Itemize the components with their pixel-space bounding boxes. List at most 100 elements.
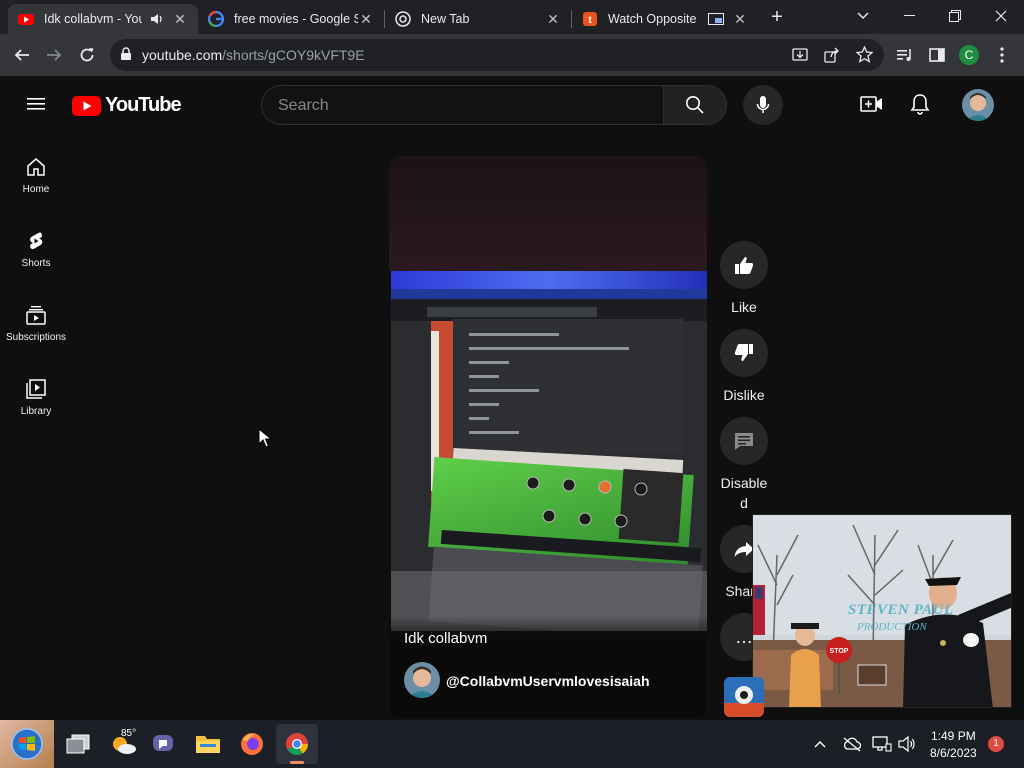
shorts-video-player[interactable]: Idk collabvm @CollabvmUservmlovesisaiah (389, 156, 707, 718)
speaker-icon[interactable] (150, 12, 164, 26)
comment-icon (735, 433, 753, 450)
guide-item-label: Shorts (21, 258, 51, 269)
task-view-button[interactable] (62, 728, 94, 760)
mouse-cursor-icon (258, 428, 272, 448)
install-app-icon[interactable] (792, 47, 808, 63)
close-window-button[interactable] (978, 0, 1024, 32)
new-tab-button[interactable]: + (766, 6, 788, 28)
chrome-taskbar-icon (286, 733, 308, 755)
lock-icon[interactable] (120, 47, 132, 61)
guide-item-library[interactable]: Library (0, 366, 72, 440)
url-host: youtube.com (142, 47, 223, 63)
youtube-logo[interactable]: YouTube (72, 94, 182, 117)
network-button[interactable] (872, 734, 892, 754)
side-panel-button[interactable] (925, 43, 949, 67)
shorts-icon (30, 232, 43, 250)
sound-thumbnail[interactable] (724, 677, 764, 717)
create-video-icon (860, 96, 882, 112)
hamburger-menu-icon[interactable] (24, 92, 48, 116)
home-icon (27, 158, 45, 176)
short-title: Idk collabvm (404, 630, 488, 647)
chrome-menu-button[interactable] (990, 43, 1014, 67)
minimize-button[interactable] (886, 0, 932, 32)
like-button[interactable] (720, 241, 768, 289)
bell-icon (910, 94, 930, 115)
file-explorer-button[interactable] (192, 728, 224, 760)
media-controls-button[interactable] (893, 43, 917, 67)
create-button[interactable] (860, 92, 884, 116)
firefox-button[interactable] (236, 728, 268, 760)
google-icon (208, 11, 224, 27)
thumbs-down-icon (734, 344, 753, 361)
tab-youtube[interactable]: Idk collabvm - You ✕ (8, 4, 198, 34)
tubi-icon: t (583, 12, 597, 26)
teams-chat-button[interactable] (148, 728, 180, 760)
youtube-masthead: YouTube (0, 76, 1024, 132)
guide-item-label: Home (22, 184, 50, 195)
like-label: Like (731, 299, 757, 315)
address-bar[interactable]: youtube.com/shorts/gCOY9kVFT9E (110, 39, 884, 71)
channel-avatar[interactable] (404, 662, 440, 698)
picture-in-picture-icon (708, 13, 724, 25)
close-tab-icon[interactable]: ✕ (358, 11, 374, 28)
tab-title: Idk collabvm - You (44, 12, 142, 26)
chrome-profile-avatar[interactable]: C (959, 45, 979, 65)
notification-count-badge[interactable]: 1 (988, 736, 1004, 752)
volume-button[interactable] (897, 734, 917, 754)
dislike-button[interactable] (720, 329, 768, 377)
tab-search-icon[interactable] (840, 0, 886, 32)
firefox-icon (241, 733, 263, 755)
chevron-up-icon (814, 741, 826, 748)
screen: Idk collabvm - You ✕ free movies - Googl… (0, 0, 1024, 768)
chrome-taskbar-button[interactable] (276, 724, 318, 764)
chat-icon (153, 735, 173, 751)
guide-item-subscriptions[interactable]: Subscriptions (0, 292, 72, 366)
notifications-button[interactable] (908, 92, 932, 116)
onedrive-button[interactable] (842, 734, 862, 754)
close-tab-icon[interactable]: ✕ (172, 11, 188, 28)
comments-button[interactable] (720, 417, 768, 465)
weather-temperature: 85° (121, 728, 137, 739)
video-frame-top (389, 156, 707, 271)
dislike-action: Dislike (719, 329, 769, 405)
restore-button[interactable] (932, 0, 978, 32)
url-text[interactable]: youtube.com/shorts/gCOY9kVFT9E (142, 47, 365, 63)
voice-search-button[interactable] (743, 85, 783, 125)
windows-taskbar: 85° 1:49 PM 8/6/2023 1 (0, 720, 1024, 768)
pip-logo-line-2: PRODUCTION (857, 621, 927, 633)
speaker-volume-icon (898, 736, 915, 752)
close-tab-icon[interactable]: ✕ (545, 11, 561, 28)
windows-start-orb-icon (11, 728, 43, 760)
tab-google[interactable]: free movies - Google Se ✕ (198, 4, 384, 34)
account-avatar[interactable] (962, 89, 994, 121)
close-tab-icon[interactable]: ✕ (732, 11, 748, 28)
user-avatar-image (962, 89, 994, 121)
chrome-icon (395, 11, 411, 27)
bookmark-star-icon[interactable] (856, 46, 873, 63)
channel-avatar-image (404, 662, 440, 698)
reload-button[interactable] (75, 43, 99, 67)
comments-label: Disable d (720, 475, 768, 511)
taskbar-clock[interactable]: 1:49 PM 8/6/2023 (930, 728, 977, 762)
youtube-play-logo-icon (72, 95, 101, 116)
picture-in-picture-window[interactable]: STOP STEVEN PAUL PRODUCTION (752, 514, 1012, 708)
start-button[interactable] (0, 720, 54, 768)
tab-new-tab[interactable]: New Tab ✕ (385, 4, 571, 34)
search-input[interactable] (278, 95, 648, 117)
clock-time: 1:49 PM (931, 729, 976, 743)
tab-tubi[interactable]: t Watch Opposite Da ✕ (572, 4, 758, 34)
show-hidden-icons-button[interactable] (810, 734, 830, 754)
back-button[interactable] (10, 43, 34, 67)
task-view-icon (66, 734, 90, 754)
guide-item-home[interactable]: Home (0, 144, 72, 218)
subscriptions-icon (26, 306, 46, 325)
like-action: Like (719, 241, 769, 317)
guide-item-label: Subscriptions (5, 332, 67, 343)
guide-item-shorts[interactable]: Shorts (0, 218, 72, 292)
channel-handle[interactable]: @CollabvmUservmlovesisaiah (446, 673, 650, 689)
comments-action: Disable d (719, 417, 769, 513)
share-page-icon[interactable] (824, 47, 840, 63)
search-button[interactable] (663, 85, 727, 125)
forward-button[interactable] (42, 43, 66, 67)
chrome-toolbar: youtube.com/shorts/gCOY9kVFT9E C (0, 34, 1024, 76)
